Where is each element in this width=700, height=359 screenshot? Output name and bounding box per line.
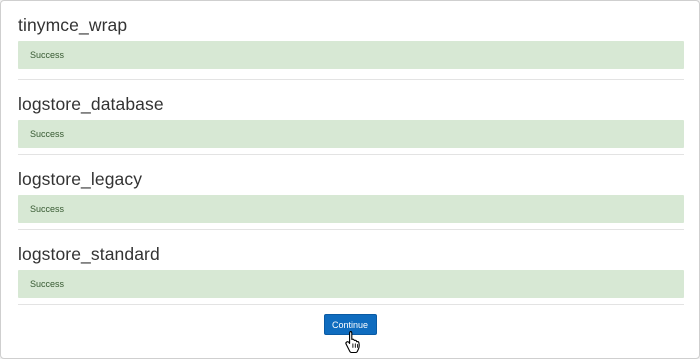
plugin-name: tinymce_wrap (18, 15, 128, 35)
success-alert: Success (18, 195, 684, 223)
plugin-name: logstore_database (18, 94, 164, 114)
success-alert: Success (18, 41, 684, 69)
hand-pointer-cursor-icon (345, 330, 360, 354)
section-divider (18, 304, 684, 305)
plugin-result-logstore-standard: logstore_standard Success (18, 230, 684, 305)
success-alert: Success (18, 120, 684, 148)
upgrade-results-panel: tinymce_wrap Success logstore_database S… (0, 0, 700, 359)
plugin-name: logstore_standard (18, 244, 160, 264)
plugin-results-list: tinymce_wrap Success logstore_database S… (18, 1, 684, 305)
plugin-name: logstore_legacy (18, 169, 143, 189)
plugin-result-tinymce-wrap: tinymce_wrap Success (18, 1, 684, 80)
success-alert: Success (18, 270, 684, 298)
plugin-result-logstore-legacy: logstore_legacy Success (18, 155, 684, 230)
plugin-result-logstore-database: logstore_database Success (18, 80, 684, 155)
